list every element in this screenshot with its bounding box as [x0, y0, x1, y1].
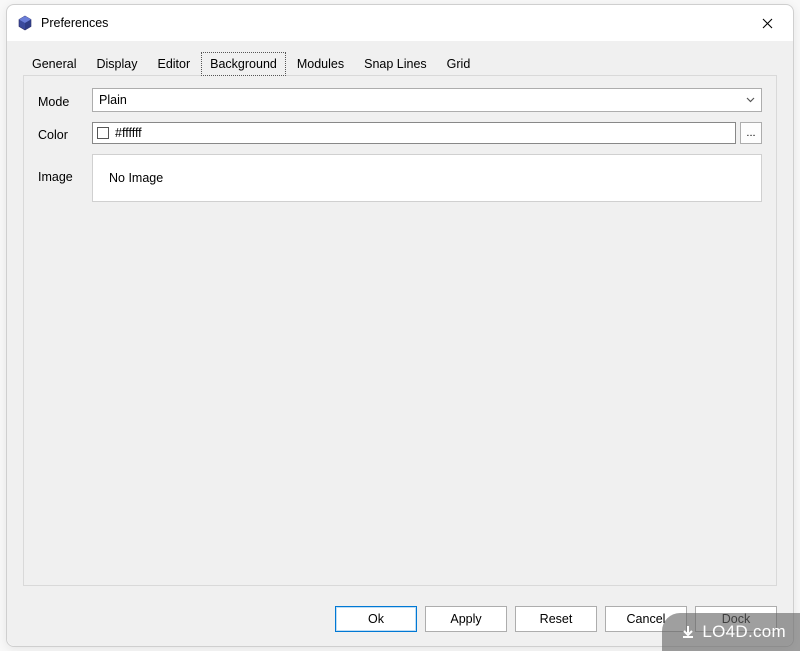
mode-value: Plain: [99, 93, 127, 107]
tab-grid[interactable]: Grid: [438, 52, 480, 76]
mode-row: Mode Plain: [38, 88, 762, 112]
watermark: LO4D.com: [662, 613, 800, 651]
close-icon: [762, 18, 773, 29]
tab-modules[interactable]: Modules: [288, 52, 353, 76]
image-row: Image No Image: [38, 154, 762, 202]
color-label: Color: [38, 125, 92, 142]
tab-display[interactable]: Display: [87, 52, 146, 76]
color-value: #ffffff: [115, 126, 142, 140]
close-button[interactable]: [751, 9, 783, 37]
preferences-window: Preferences General Display Editor Backg…: [6, 4, 794, 647]
tabs: General Display Editor Background Module…: [7, 41, 793, 75]
color-swatch-icon: [97, 127, 109, 139]
mode-label: Mode: [38, 92, 92, 109]
apply-button[interactable]: Apply: [425, 606, 507, 632]
tab-editor[interactable]: Editor: [148, 52, 199, 76]
watermark-text: LO4D.com: [702, 622, 786, 642]
image-box[interactable]: No Image: [92, 154, 762, 202]
tab-snap-lines[interactable]: Snap Lines: [355, 52, 436, 76]
image-value: No Image: [109, 171, 163, 185]
color-input[interactable]: #ffffff: [92, 122, 736, 144]
tab-panel: Mode Plain Color #ffffff ... Image: [23, 75, 777, 586]
window-title: Preferences: [41, 16, 751, 30]
titlebar: Preferences: [7, 5, 793, 41]
tab-background[interactable]: Background: [201, 52, 286, 76]
app-icon: [17, 15, 33, 31]
download-icon: [680, 624, 696, 640]
client-area: General Display Editor Background Module…: [7, 41, 793, 646]
ok-button[interactable]: Ok: [335, 606, 417, 632]
chevron-down-icon: [746, 95, 755, 106]
color-row: Color #ffffff ...: [38, 122, 762, 144]
color-browse-button[interactable]: ...: [740, 122, 762, 144]
image-label: Image: [38, 154, 92, 184]
tab-general[interactable]: General: [23, 52, 85, 76]
reset-button[interactable]: Reset: [515, 606, 597, 632]
mode-select[interactable]: Plain: [92, 88, 762, 112]
